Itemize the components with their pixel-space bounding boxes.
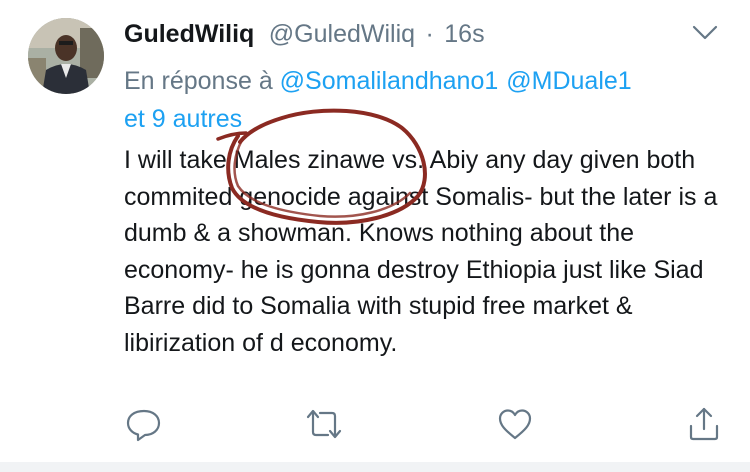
reply-prefix: En réponse à xyxy=(124,67,273,95)
tweet-header: GuledWiliq @GuledWiliq · 16s xyxy=(124,20,485,56)
display-name[interactable]: GuledWiliq xyxy=(124,20,254,48)
separator-dot: · xyxy=(425,20,434,48)
mention-link[interactable]: @Somalilandhano1 xyxy=(280,67,499,95)
tweet-divider xyxy=(0,462,750,472)
chevron-down-icon[interactable] xyxy=(690,22,720,44)
tweet-card[interactable]: GuledWiliq @GuledWiliq · 16s En réponse … xyxy=(0,0,750,472)
others-link[interactable]: et 9 autres xyxy=(124,105,242,133)
reply-context: En réponse à @Somalilandhano1 @MDuale1 et… xyxy=(124,62,724,138)
timestamp[interactable]: 16s xyxy=(444,20,484,48)
user-handle[interactable]: @GuledWiliq xyxy=(269,20,415,48)
action-bar xyxy=(0,404,750,444)
heart-icon[interactable] xyxy=(495,404,535,444)
avatar[interactable] xyxy=(28,18,104,94)
reply-icon[interactable] xyxy=(124,404,164,444)
share-icon[interactable] xyxy=(684,404,724,444)
retweet-icon[interactable] xyxy=(304,404,344,444)
profile-photo-icon xyxy=(28,18,104,94)
tweet-text: I will take Males zinawe vs. Abiy any da… xyxy=(124,146,718,357)
mention-link[interactable]: @MDuale1 xyxy=(506,67,631,95)
